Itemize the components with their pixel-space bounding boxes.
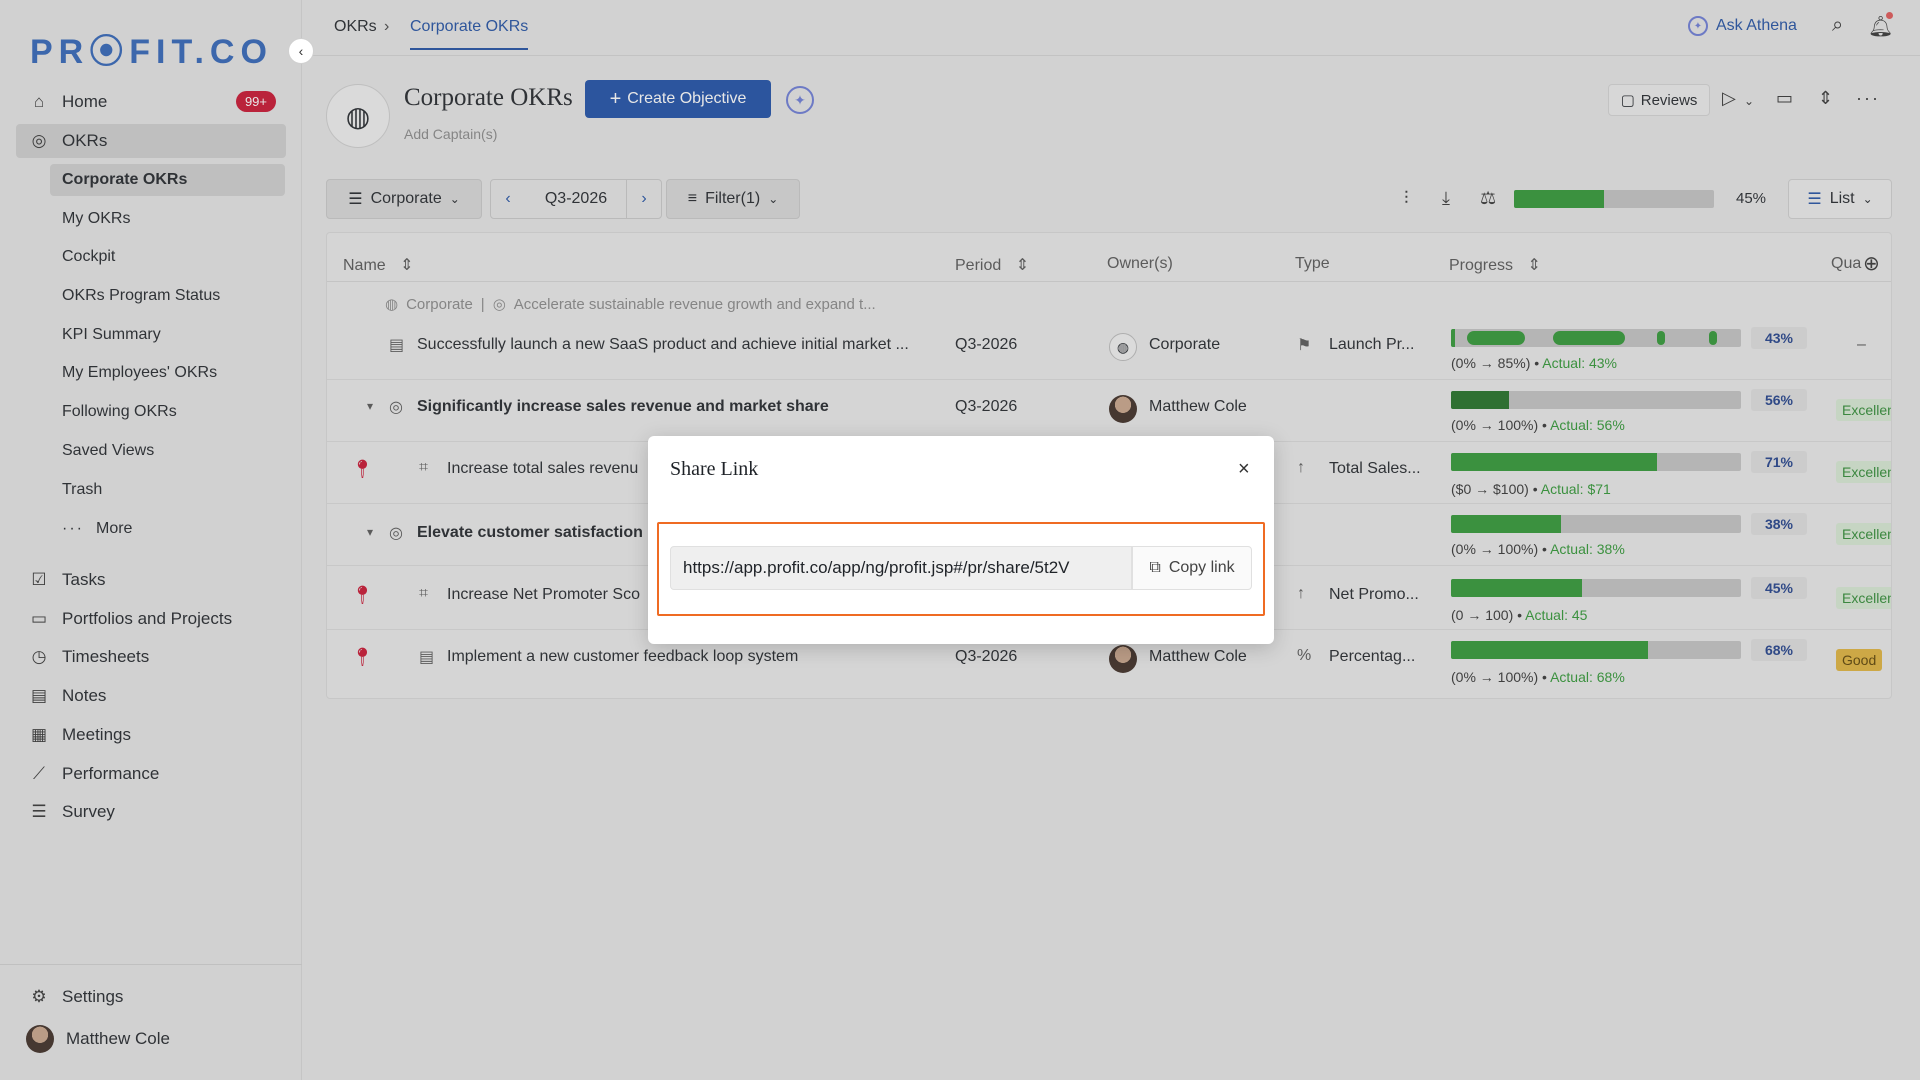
- close-icon[interactable]: ×: [1238, 458, 1250, 481]
- chevron-left-icon: ‹: [298, 43, 304, 59]
- copy-icon: ⧉: [1149, 559, 1161, 576]
- dialog-title: Share Link: [670, 458, 759, 480]
- collapse-sidebar-button[interactable]: ‹: [288, 38, 314, 64]
- copy-link-button[interactable]: ⧉ Copy link: [1132, 546, 1252, 590]
- share-link-dialog: Share Link × https://app.profit.co/app/n…: [648, 436, 1274, 644]
- share-url-field[interactable]: https://app.profit.co/app/ng/profit.jsp#…: [670, 546, 1132, 590]
